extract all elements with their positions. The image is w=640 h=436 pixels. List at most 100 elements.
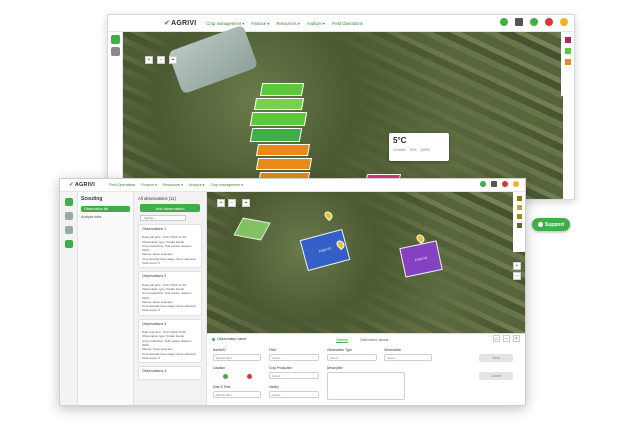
observation-list-item[interactable]: Observation list xyxy=(81,206,130,212)
foreground-app-window: ✔ AGRIVI Field Operations Finance ▾ Resou… xyxy=(59,178,526,406)
agrivi-logo[interactable]: ✔ AGRIVI xyxy=(164,19,196,28)
field-green-2[interactable] xyxy=(253,98,305,110)
tab-general[interactable]: General xyxy=(336,338,348,343)
legend-swatches xyxy=(513,192,525,252)
nav-field-operations[interactable]: Field Operations xyxy=(332,21,363,26)
crop-production-select[interactable]: Select xyxy=(269,372,319,379)
card-title: Observations 2 xyxy=(142,274,167,279)
field-green-3[interactable] xyxy=(249,112,308,126)
nav-field-operations[interactable]: Field Operations xyxy=(109,183,135,187)
sound-icon[interactable] xyxy=(110,47,120,56)
layers-icon[interactable] xyxy=(110,35,120,44)
map-tool-3[interactable]: ⌖ xyxy=(242,199,250,207)
calendar-icon[interactable] xyxy=(491,181,497,187)
home-icon[interactable]: ⌂ xyxy=(493,335,500,342)
background-app-window: ✔ AGRIVI Crop management ▾ Finance ▾ Reso… xyxy=(107,14,575,200)
satellite-map[interactable]: Field 03 Field 04 + − ⌖ + − xyxy=(207,192,525,333)
main-nav: Field Operations Finance ▾ Resources ▾ A… xyxy=(109,183,243,187)
observations-title: All observations (11) xyxy=(138,196,176,201)
user-avatar[interactable] xyxy=(560,18,568,26)
field-green[interactable] xyxy=(233,217,271,241)
remove-location-icon[interactable] xyxy=(247,374,252,379)
field-orange-2[interactable] xyxy=(255,158,313,170)
user-avatar[interactable] xyxy=(513,181,519,187)
card-line: Total count: 5 xyxy=(142,308,160,313)
left-sidebar xyxy=(60,192,78,405)
observation-card[interactable]: Observations 3 Date and time: 14.07.2023… xyxy=(138,318,202,364)
nav-resources[interactable]: Resources ▾ xyxy=(163,183,183,187)
zoom-in-button[interactable]: + xyxy=(513,262,521,270)
map-tool-1[interactable]: + xyxy=(145,56,153,64)
legend-swatches xyxy=(561,32,574,96)
close-icon[interactable]: × xyxy=(513,335,520,342)
help-icon[interactable] xyxy=(480,181,486,187)
header-icons xyxy=(500,18,568,26)
date-time-input[interactable]: Placeholder xyxy=(213,391,261,398)
nav-crop-management[interactable]: Crop management ▾ xyxy=(211,183,244,187)
nav-finance[interactable]: Finance ▾ xyxy=(251,21,269,26)
left-toolbar xyxy=(108,32,123,199)
swatch-olive xyxy=(516,196,522,201)
bell-icon[interactable] xyxy=(530,18,538,26)
nav-analyze[interactable]: Analyze ▾ xyxy=(189,183,205,187)
sort-dropdown[interactable]: Sort by ↓ xyxy=(140,215,186,221)
notifications-icon[interactable] xyxy=(545,18,553,26)
notifications-icon[interactable] xyxy=(502,181,508,187)
nav-crop-management[interactable]: Crop management ▾ xyxy=(206,21,244,26)
map-tool-3[interactable]: ⌖ xyxy=(169,56,177,64)
nav-resources[interactable]: Resources ▾ xyxy=(277,21,300,26)
top-navigation-bar: ✔ AGRIVI Field Operations Finance ▾ Resou… xyxy=(60,179,525,192)
cancel-button[interactable]: Cancel xyxy=(479,372,513,380)
calendar-icon[interactable] xyxy=(515,18,523,26)
map-tool-2[interactable]: − xyxy=(228,199,236,207)
location-pin-icon[interactable] xyxy=(223,374,228,379)
sound-icon[interactable] xyxy=(64,226,73,234)
observation-card[interactable]: Observations 4 xyxy=(138,366,202,381)
field-blue[interactable]: Field 03 xyxy=(299,228,351,272)
support-button[interactable]: Support xyxy=(532,218,570,231)
observation-card[interactable]: Observations 1 Date and time: 14.07.2023… xyxy=(138,224,202,269)
field-green-4[interactable] xyxy=(249,128,303,142)
nav-analyze[interactable]: Analyze ▾ xyxy=(307,21,325,26)
analyze-data-item[interactable]: Analyze data xyxy=(81,215,130,219)
name-input[interactable]: Placeholder xyxy=(213,354,261,361)
minimize-icon[interactable]: − xyxy=(503,335,510,342)
home-icon[interactable] xyxy=(64,198,73,206)
zoom-out-button[interactable]: − xyxy=(513,272,521,280)
support-label: Support xyxy=(544,221,565,228)
observation-select[interactable]: Select xyxy=(384,354,432,361)
scouting-icon[interactable] xyxy=(64,240,73,248)
status-dot-icon xyxy=(212,337,215,341)
observation-pin[interactable] xyxy=(322,209,335,222)
agrivi-logo[interactable]: ✔ AGRIVI xyxy=(69,182,95,188)
field-purple[interactable]: Field 04 xyxy=(399,240,443,278)
description-textarea[interactable] xyxy=(327,372,405,400)
nav-finance[interactable]: Finance ▾ xyxy=(141,183,157,187)
help-icon[interactable] xyxy=(500,18,508,26)
variety-select[interactable]: Select xyxy=(269,391,319,398)
top-navigation-bar: ✔ AGRIVI Crop management ▾ Finance ▾ Reso… xyxy=(108,15,574,32)
card-line: Total count: 5 xyxy=(142,261,160,266)
swatch-mustard xyxy=(516,214,522,219)
satellite-map[interactable]: + − ⌖ xyxy=(123,24,563,199)
field-green-1[interactable] xyxy=(259,83,305,96)
field-select[interactable]: Select xyxy=(269,354,319,361)
card-line: Crop production: Soft potato, Season 202… xyxy=(142,291,192,300)
observation-form: Observation name General Observation det… xyxy=(207,333,525,405)
tab-observation-details[interactable]: Observation details xyxy=(360,338,388,342)
swatch-gold xyxy=(516,205,522,210)
save-button[interactable]: Save xyxy=(479,354,513,362)
field-orange-1[interactable] xyxy=(255,144,311,156)
swatch-green xyxy=(516,223,522,228)
map-tool-1[interactable]: + xyxy=(217,199,225,207)
scouting-title: Scouting xyxy=(81,196,103,202)
observation-type-select[interactable]: Select xyxy=(327,354,377,361)
card-line: Total count: 5 xyxy=(142,355,160,360)
map-icon[interactable] xyxy=(64,212,73,220)
variety-label: Variety xyxy=(269,385,279,389)
map-tool-2[interactable]: − xyxy=(157,56,165,64)
name-label: Name/ID xyxy=(213,348,226,352)
add-observation-button[interactable]: Add observation xyxy=(140,204,200,212)
observation-card[interactable]: Observations 2 Date and time: 14.07.2023… xyxy=(138,271,202,316)
location-label: Location xyxy=(213,366,226,370)
